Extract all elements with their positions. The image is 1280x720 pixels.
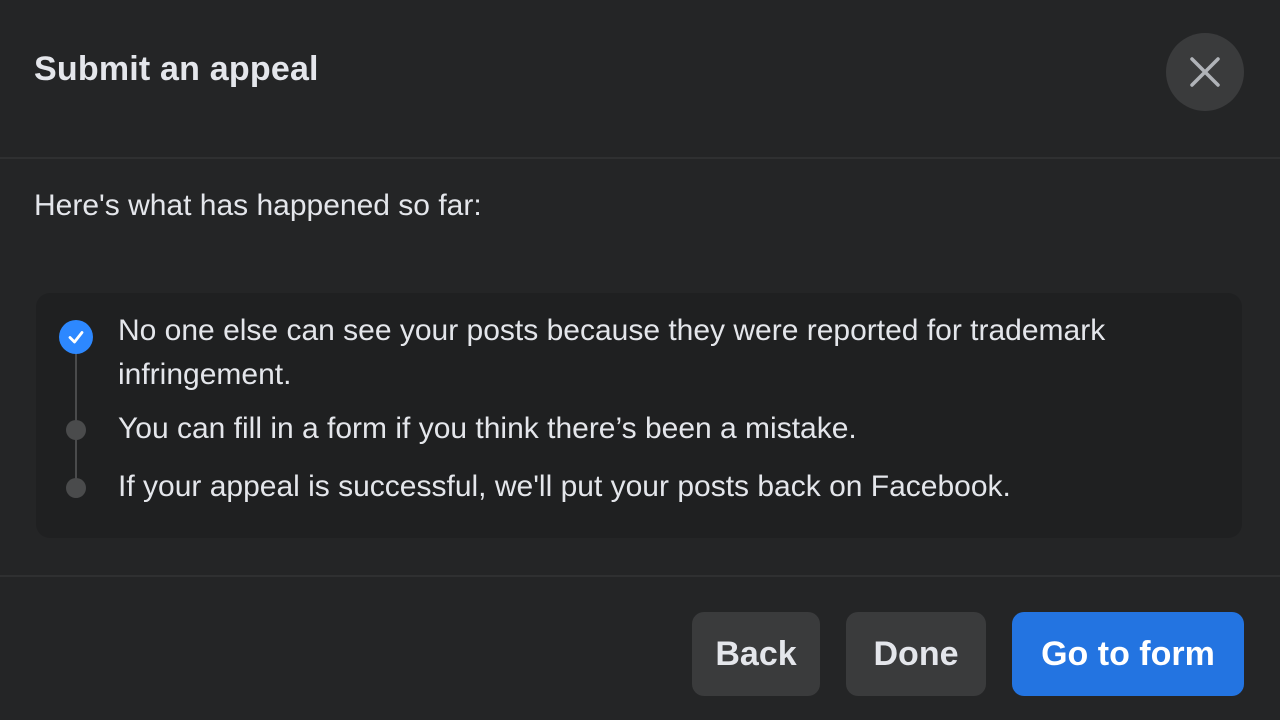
step-pending-marker [66, 420, 86, 440]
back-button[interactable]: Back [692, 612, 820, 696]
dialog-title: Submit an appeal [34, 50, 319, 88]
timeline-step: If your appeal is successful, we'll put … [118, 470, 1011, 503]
go-to-form-button[interactable]: Go to form [1012, 612, 1244, 696]
intro-text: Here's what has happened so far: [34, 189, 482, 222]
close-button[interactable] [1166, 33, 1244, 111]
timeline-card: No one else can see your posts because t… [36, 293, 1242, 538]
header-divider [0, 157, 1280, 159]
step-pending-marker [66, 478, 86, 498]
footer-divider [0, 575, 1280, 577]
close-icon [1190, 57, 1220, 87]
timeline-step: You can fill in a form if you think ther… [118, 412, 857, 445]
step-completed-marker [59, 320, 93, 354]
appeal-dialog: Submit an appeal Here's what has happene… [0, 0, 1280, 720]
timeline-step: No one else can see your posts because t… [118, 314, 1106, 391]
timeline-rail [75, 347, 77, 487]
check-icon [68, 331, 84, 344]
done-button[interactable]: Done [846, 612, 986, 696]
dialog-header: Submit an appeal [0, 0, 1280, 157]
